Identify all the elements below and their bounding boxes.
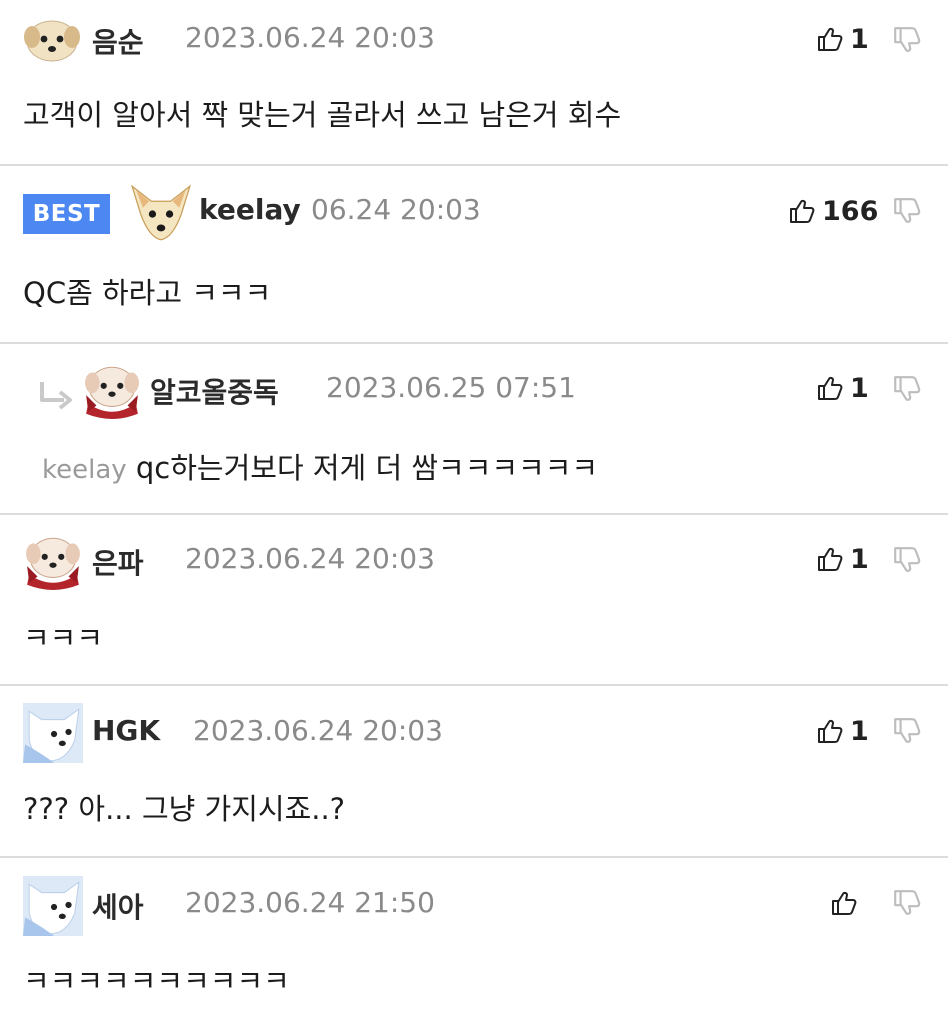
like-button[interactable]: 166 [788,191,878,231]
comment-author[interactable]: 세아 [92,886,144,926]
like-count: 1 [850,543,869,575]
thumbs-up-icon [788,197,816,225]
comment-body: QC좀 하라고 ㅋㅋㅋ [23,276,272,310]
thumbs-down-icon[interactable] [892,374,922,404]
comment-text: qc하는거보다 저게 더 쌈ㅋㅋㅋㅋㅋㅋ [135,451,599,485]
comment-item-best: BEST keelay 06.24 20:03 166 QC좀 하라고 ㅋㅋㅋ [0,166,948,342]
thumbs-up-icon [816,545,844,573]
like-button[interactable]: 1 [816,368,869,408]
comment-date: 06.24 20:03 [311,193,481,226]
comment-date: 2023.06.24 20:03 [193,714,443,747]
thumbs-down-icon[interactable] [892,25,922,55]
like-count: 1 [850,23,869,55]
white-dog-icon[interactable] [23,876,83,936]
thumbs-up-icon [830,889,858,917]
like-count: 166 [822,195,879,227]
comment-author[interactable]: 은파 [92,542,144,582]
comment-item: 음순 2023.06.24 20:03 1 고객이 알아서 짝 맞는거 골라서 … [0,0,948,164]
thumbs-up-icon [816,717,844,745]
best-badge: BEST [23,194,110,234]
comment-author[interactable]: keelay [199,193,301,226]
comment-item: 세아 2023.06.24 21:50 ㅋㅋㅋㅋㅋㅋㅋㅋㅋㅋ [0,858,948,1024]
comment-body: ㅋㅋㅋ [23,621,104,655]
comment-item: 은파 2023.06.24 20:03 1 ㅋㅋㅋ [0,515,948,684]
comment-body: ㅋㅋㅋㅋㅋㅋㅋㅋㅋㅋ [23,964,290,998]
thumbs-down-icon[interactable] [892,716,922,746]
comment-date: 2023.06.24 20:03 [185,542,435,575]
comment-body: 고객이 알아서 짝 맞는거 골라서 쓰고 남은거 회수 [23,98,622,132]
mention-user[interactable]: keelay [42,455,127,485]
comment-item: HGK 2023.06.24 20:03 1 ??? 아... 그냥 가지시죠.… [0,686,948,856]
comment-date: 2023.06.24 21:50 [185,886,435,919]
dog-scarf-icon[interactable] [82,360,142,420]
thumbs-up-icon [816,25,844,53]
thumbs-down-icon[interactable] [892,888,922,918]
comment-author[interactable]: HGK [92,714,160,747]
comment-body: keelay qc하는거보다 저게 더 쌈ㅋㅋㅋㅋㅋㅋ [42,445,598,487]
comment-date: 2023.06.25 07:51 [326,371,576,404]
chihuahua-icon[interactable] [130,182,192,244]
comment-reply: 알코올중독 2023.06.25 07:51 1 keelay qc하는거보다 … [0,344,948,513]
like-button[interactable]: 1 [816,19,869,59]
like-count: 1 [850,372,869,404]
comment-date: 2023.06.24 20:03 [185,21,435,54]
like-button[interactable]: 1 [816,711,869,751]
comment-author[interactable]: 알코올중독 [150,371,279,411]
dog-scarf-icon[interactable] [23,531,83,591]
white-dog-icon[interactable] [23,703,83,763]
like-button[interactable] [830,883,864,923]
comment-author[interactable]: 음순 [92,21,144,61]
like-count: 1 [850,715,869,747]
comment-body: ??? 아... 그냥 가지시죠..? [23,792,346,826]
thumbs-down-icon[interactable] [892,545,922,575]
reply-arrow-icon [38,380,76,410]
thumbs-down-icon[interactable] [892,196,922,226]
like-button[interactable]: 1 [816,539,869,579]
puppy-face-icon[interactable] [23,11,81,69]
thumbs-up-icon [816,374,844,402]
